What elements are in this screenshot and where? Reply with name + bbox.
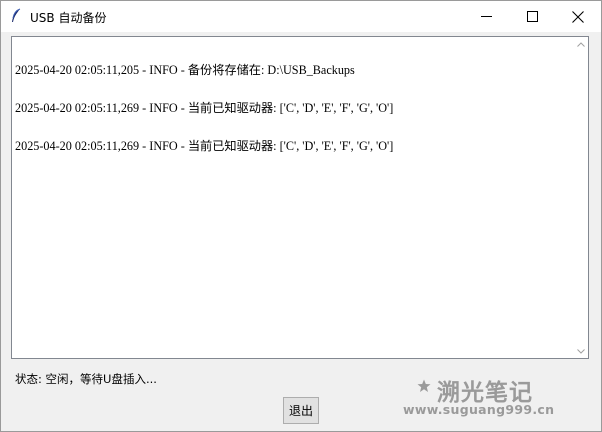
exit-button[interactable]: 退出 (283, 397, 319, 424)
minimize-button[interactable] (463, 1, 509, 32)
minimize-icon (480, 16, 492, 17)
window-title: USB 自动备份 (30, 11, 107, 25)
title-bar[interactable]: USB 自动备份 (1, 1, 601, 32)
maximize-button[interactable] (509, 1, 555, 32)
scroll-down-button[interactable] (574, 344, 588, 358)
watermark-url: www.suguang999.cn (403, 402, 555, 417)
log-text-area[interactable]: 2025-04-20 02:05:11,205 - INFO - 备份将存储在:… (11, 36, 589, 359)
scroll-up-button[interactable] (574, 37, 588, 51)
maximize-icon (526, 11, 538, 22)
log-lines: 2025-04-20 02:05:11,205 - INFO - 备份将存储在:… (15, 39, 570, 355)
vertical-scrollbar[interactable] (574, 37, 588, 358)
feather-icon (10, 8, 22, 24)
watermark: 溯光笔记 www.suguang999.cn (403, 373, 563, 421)
status-label: 状态: 空闲，等待U盘插入... (15, 372, 157, 386)
star-icon (417, 379, 431, 392)
log-line: 2025-04-20 02:05:11,205 - INFO - 备份将存储在:… (15, 63, 355, 78)
log-line: 2025-04-20 02:05:11,269 - INFO - 当前已知驱动器… (15, 138, 394, 153)
chevron-down-icon (577, 348, 585, 354)
app-window: USB 自动备份 2025-04-20 02:05:11,205 - INFO … (0, 0, 602, 432)
watermark-title: 溯光笔记 (437, 380, 533, 406)
log-line: 2025-04-20 02:05:11,269 - INFO - 当前已知驱动器… (15, 100, 394, 115)
chevron-up-icon (577, 41, 585, 47)
close-icon (572, 10, 584, 23)
close-button[interactable] (555, 1, 601, 32)
